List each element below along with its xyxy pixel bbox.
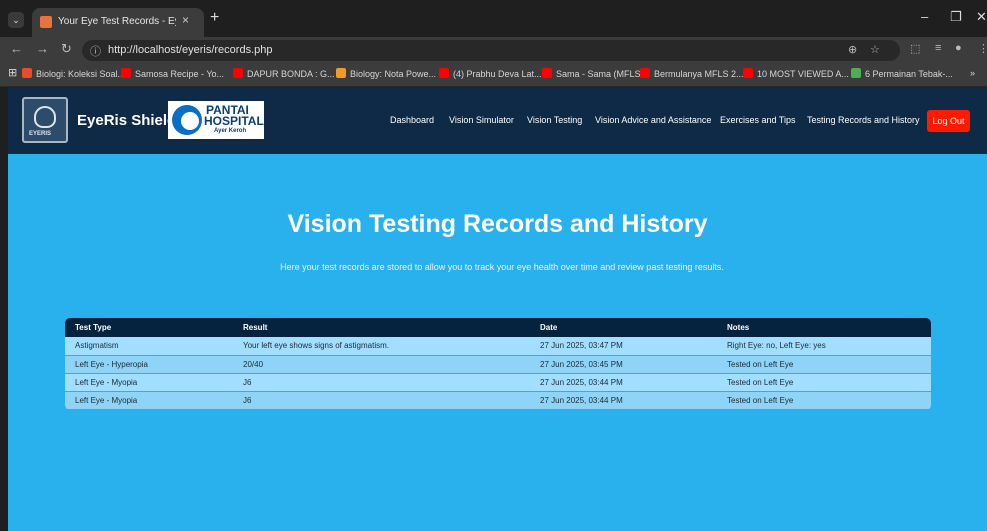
close-window-icon[interactable]: ✕ bbox=[976, 9, 987, 25]
column-header-notes: Notes bbox=[717, 318, 931, 337]
back-icon[interactable]: ← bbox=[10, 41, 23, 56]
cell-notes: Tested on Left Eye bbox=[717, 391, 931, 410]
bookmark-item[interactable]: Biologi: Koleksi Soal... bbox=[22, 68, 125, 79]
browser-toolbar: ← → ↻ ⓘ http://localhost/eyeris/records.… bbox=[0, 37, 987, 63]
cell-test-type: Left Eye - Myopia bbox=[65, 391, 233, 410]
site-header: EYERIS EyeRis Shield PANTAI HOSPITAL Aye… bbox=[8, 87, 987, 154]
bookmark-label: DAPUR BONDA : G... bbox=[247, 69, 335, 79]
reading-list-icon[interactable]: ≡ bbox=[935, 42, 941, 54]
main-content: Vision Testing Records and History Here … bbox=[8, 154, 987, 531]
more-bookmarks-icon[interactable]: » bbox=[970, 68, 975, 78]
hospital-name-line2: HOSPITAL bbox=[204, 114, 264, 128]
bookmark-label: Samosa Recipe - Yo... bbox=[135, 69, 225, 79]
bookmark-label: Sama - Sama (MFLS... bbox=[556, 69, 649, 79]
cell-result: Your left eye shows signs of astigmatism… bbox=[233, 337, 530, 356]
bookmark-favicon-icon bbox=[336, 68, 346, 78]
cell-notes: Tested on Left Eye bbox=[717, 373, 931, 392]
column-header-test-type: Test Type bbox=[65, 318, 233, 337]
bookmark-label: 10 MOST VIEWED A... bbox=[757, 69, 849, 79]
bookmark-favicon-icon bbox=[22, 68, 32, 78]
bookmark-favicon-icon bbox=[743, 68, 753, 78]
nav-exercises-tips[interactable]: Exercises and Tips bbox=[720, 115, 796, 125]
hospital-logo: PANTAI HOSPITAL Ayer Keroh bbox=[168, 101, 264, 139]
eye-shield-icon bbox=[34, 106, 56, 128]
browser-tab-active[interactable]: Your Eye Test Records - EyeRis × bbox=[32, 8, 204, 37]
table-row: Left Eye - Myopia J6 27 Jun 2025, 03:44 PM… bbox=[65, 373, 931, 392]
table-header-row: Test Type Result Date Notes bbox=[65, 318, 931, 337]
column-header-date: Date bbox=[530, 318, 717, 337]
nav-vision-advice[interactable]: Vision Advice and Assistance bbox=[595, 115, 711, 125]
menu-icon[interactable]: ⋮ bbox=[978, 42, 987, 55]
new-tab-icon[interactable]: + bbox=[210, 9, 219, 27]
bookmarks-bar: ⊞ Biologi: Koleksi Soal... Samosa Recipe … bbox=[0, 63, 987, 87]
bookmark-item[interactable]: 10 MOST VIEWED A... bbox=[743, 68, 849, 79]
minimize-icon[interactable]: – bbox=[921, 9, 928, 24]
bookmark-favicon-icon bbox=[121, 68, 131, 78]
cell-date: 27 Jun 2025, 03:44 PM bbox=[530, 391, 717, 410]
tab-close-icon[interactable]: × bbox=[182, 13, 189, 27]
cell-date: 27 Jun 2025, 03:47 PM bbox=[530, 337, 717, 356]
brand-name[interactable]: EyeRis Shield bbox=[77, 112, 176, 129]
cell-notes: Right Eye: no, Left Eye: yes bbox=[717, 337, 931, 356]
nav-vision-testing[interactable]: Vision Testing bbox=[527, 115, 582, 125]
logo-text: EYERIS bbox=[29, 131, 52, 137]
bookmark-item[interactable]: DAPUR BONDA : G... bbox=[233, 68, 335, 79]
reload-icon[interactable]: ↻ bbox=[61, 41, 72, 57]
records-table-container: Test Type Result Date Notes Astigmatism Y… bbox=[65, 318, 931, 410]
cell-test-type: Left Eye - Hyperopia bbox=[65, 355, 233, 374]
nav-testing-records[interactable]: Testing Records and History bbox=[807, 115, 920, 125]
tab-title: Your Eye Test Records - EyeRis bbox=[58, 16, 176, 27]
bookmark-label: Biologi: Koleksi Soal... bbox=[36, 69, 126, 79]
bookmark-item[interactable]: Sama - Sama (MFLS... bbox=[542, 68, 648, 79]
table-row: Left Eye - Myopia J6 27 Jun 2025, 03:44 PM… bbox=[65, 391, 931, 410]
records-table: Test Type Result Date Notes Astigmatism Y… bbox=[65, 318, 931, 410]
favicon-icon bbox=[40, 16, 52, 28]
bookmark-favicon-icon bbox=[233, 68, 243, 78]
bookmark-item[interactable]: Bermulanya MFLS 2... bbox=[640, 68, 744, 79]
eyeris-logo[interactable]: EYERIS bbox=[22, 97, 68, 143]
bookmark-item[interactable]: Samosa Recipe - Yo... bbox=[121, 68, 224, 79]
nav-vision-simulator[interactable]: Vision Simulator bbox=[449, 115, 514, 125]
cell-date: 27 Jun 2025, 03:44 PM bbox=[530, 373, 717, 392]
url-text[interactable]: http://localhost/eyeris/records.php bbox=[108, 44, 272, 56]
page-title: Vision Testing Records and History bbox=[287, 210, 708, 238]
zoom-icon[interactable]: ⊕ bbox=[848, 43, 857, 56]
nav-dashboard[interactable]: Dashboard bbox=[390, 115, 434, 125]
cell-result: J6 bbox=[233, 373, 530, 392]
bookmark-item[interactable]: 6 Permainan Tebak-... bbox=[851, 68, 953, 79]
extensions-icon[interactable]: ⬚ bbox=[910, 42, 920, 55]
cell-notes: Tested on Left Eye bbox=[717, 355, 931, 374]
bookmark-label: Biology: Nota Powe... bbox=[350, 69, 437, 79]
forward-icon[interactable]: → bbox=[36, 41, 49, 56]
logout-button[interactable]: Log Out bbox=[927, 110, 970, 132]
bookmark-label: 6 Permainan Tebak-... bbox=[865, 69, 953, 79]
apps-grid-icon[interactable]: ⊞ bbox=[8, 66, 17, 79]
column-header-result: Result bbox=[233, 318, 530, 337]
bookmark-favicon-icon bbox=[439, 68, 449, 78]
bookmark-favicon-icon bbox=[640, 68, 650, 78]
cell-result: J6 bbox=[233, 391, 530, 410]
bookmark-item[interactable]: Biology: Nota Powe... bbox=[336, 68, 436, 79]
hospital-location: Ayer Keroh bbox=[214, 128, 247, 134]
tab-search-icon[interactable]: ⌄ bbox=[8, 12, 24, 28]
cell-result: 20/40 bbox=[233, 355, 530, 374]
site-info-icon[interactable]: ⓘ bbox=[90, 43, 101, 59]
bookmark-star-icon[interactable]: ☆ bbox=[870, 43, 880, 56]
page-description: Here your test records are stored to all… bbox=[280, 262, 724, 272]
cell-test-type: Left Eye - Myopia bbox=[65, 373, 233, 392]
bookmark-favicon-icon bbox=[542, 68, 552, 78]
hospital-mark-icon bbox=[172, 105, 202, 135]
browser-tab-bar: ⌄ Your Eye Test Records - EyeRis × + – ❐… bbox=[0, 0, 987, 37]
bookmark-item[interactable]: (4) Prabhu Deva Lat... bbox=[439, 68, 542, 79]
profile-avatar-icon[interactable]: ● bbox=[955, 42, 962, 54]
table-row: Astigmatism Your left eye shows signs of … bbox=[65, 337, 931, 356]
cell-test-type: Astigmatism bbox=[65, 337, 233, 356]
bookmark-favicon-icon bbox=[851, 68, 861, 78]
bookmark-label: (4) Prabhu Deva Lat... bbox=[453, 69, 542, 79]
address-bar[interactable]: ⓘ http://localhost/eyeris/records.php ⊕ … bbox=[82, 40, 900, 61]
restore-icon[interactable]: ❐ bbox=[950, 9, 962, 25]
cell-date: 27 Jun 2025, 03:45 PM bbox=[530, 355, 717, 374]
bookmark-label: Bermulanya MFLS 2... bbox=[654, 69, 744, 79]
table-row: Left Eye - Hyperopia 20/40 27 Jun 2025, 03… bbox=[65, 355, 931, 374]
